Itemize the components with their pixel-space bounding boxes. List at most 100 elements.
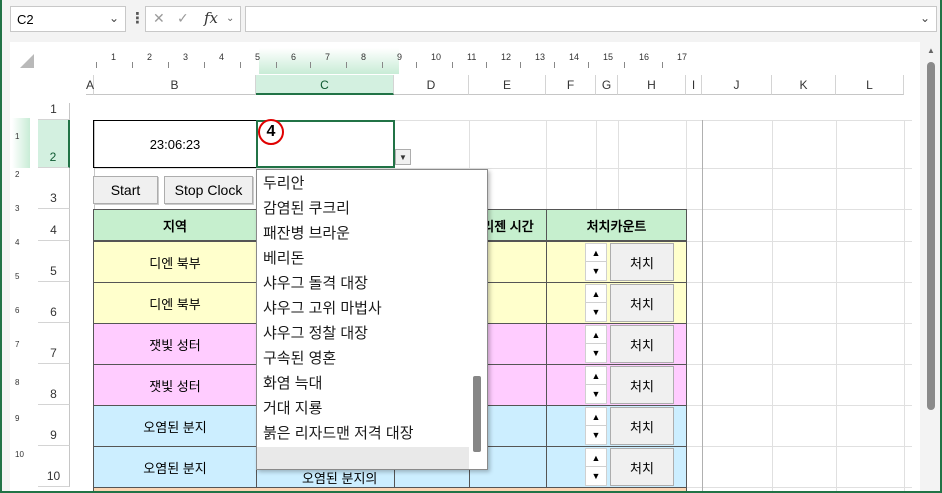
stop-clock-button[interactable]: Stop Clock	[164, 176, 253, 204]
formula-input[interactable]: ⌄	[245, 6, 937, 32]
header-region[interactable]: 지역	[93, 209, 257, 241]
clock-cell[interactable]: 23:06:23	[93, 120, 257, 168]
enter-icon[interactable]: ✓	[177, 10, 189, 27]
kill-count-spinner[interactable]: ▲ ▼	[585, 325, 607, 363]
kill-button[interactable]: 처치	[610, 284, 674, 322]
column-header-k[interactable]: K	[772, 75, 836, 95]
dropdown-option[interactable]: 베리돈	[263, 247, 304, 268]
header-kill-count[interactable]: 처치카운트	[546, 209, 687, 241]
ruler-tick	[624, 62, 625, 68]
column-header-f[interactable]: F	[546, 75, 596, 95]
column-header-b[interactable]: B	[94, 75, 256, 95]
spin-up-icon[interactable]: ▲	[586, 244, 606, 262]
spin-down-icon[interactable]: ▼	[586, 344, 606, 362]
column-header-d[interactable]: D	[394, 75, 469, 95]
row-header-7[interactable]: 7	[38, 323, 70, 364]
ruler-number: 15	[603, 52, 614, 62]
row-header-3[interactable]: 3	[38, 168, 70, 209]
spin-down-icon[interactable]: ▼	[586, 385, 606, 403]
dropdown-option[interactable]: 샤우그 돌격 대장	[263, 272, 368, 293]
kill-count-spinner[interactable]: ▲ ▼	[585, 366, 607, 404]
start-button-label: Start	[110, 182, 141, 198]
dropdown-scrollbar[interactable]	[473, 170, 481, 452]
ruler-tick	[96, 62, 97, 68]
column-header-a[interactable]: A	[86, 75, 94, 95]
row-header-10[interactable]: 10	[38, 446, 70, 487]
region-cell[interactable]: 디엔 북부	[93, 241, 257, 283]
spin-down-icon[interactable]: ▼	[586, 303, 606, 321]
chevron-down-icon[interactable]: ⌄	[109, 11, 119, 25]
kill-button[interactable]: 처치	[610, 407, 674, 445]
region-cell[interactable]: 잿빛 성터	[93, 364, 257, 406]
chevron-down-icon[interactable]: ⌄	[226, 13, 234, 24]
kill-count-spinner[interactable]: ▲ ▼	[585, 448, 607, 486]
spin-up-icon[interactable]: ▲	[586, 408, 606, 426]
ruler-number: 3	[183, 52, 189, 62]
insert-function-icon[interactable]: fx	[204, 9, 218, 27]
region-cell[interactable]: 오염된 분지	[93, 405, 257, 447]
dropdown-option[interactable]: 거대 지룡	[263, 397, 322, 418]
column-header-l[interactable]: L	[836, 75, 904, 95]
start-button[interactable]: Start	[93, 176, 158, 204]
scroll-up-icon[interactable]: ▲	[927, 46, 935, 55]
spin-up-icon[interactable]: ▲	[586, 326, 606, 344]
kill-count-spinner[interactable]: ▲ ▼	[585, 284, 607, 322]
kill-button[interactable]: 처치	[610, 366, 674, 404]
spin-down-icon[interactable]: ▼	[586, 262, 606, 280]
spin-down-icon[interactable]: ▼	[586, 426, 606, 444]
region-cell-next[interactable]	[93, 487, 687, 491]
dropdown-option[interactable]: 샤우그 고위 마법사	[263, 297, 382, 318]
dropdown-option[interactable]: 패잔병 브라운	[263, 222, 350, 243]
region-cell[interactable]: 오염된 분지	[93, 446, 257, 488]
column-header-i[interactable]: I	[686, 75, 702, 95]
data-validation-dropdown-button[interactable]: ▼	[395, 149, 411, 165]
kill-button[interactable]: 처치	[610, 325, 674, 363]
vruler-number: 4	[15, 238, 20, 247]
spin-down-icon[interactable]: ▼	[586, 467, 606, 485]
select-all-corner[interactable]	[20, 54, 34, 68]
validation-dropdown-list[interactable]: 두리안감염된 쿠크리패잔병 브라운베리돈샤우그 돌격 대장샤우그 고위 마법사샤…	[256, 169, 488, 470]
name-box[interactable]: C2 ⌄	[10, 6, 126, 32]
region-cell[interactable]: 잿빛 성터	[93, 323, 257, 365]
dropdown-option[interactable]: 두리안	[263, 172, 304, 193]
dropdown-horizontal-scrollbar[interactable]	[257, 447, 469, 469]
dropdown-option[interactable]: 감염된 쿠크리	[263, 197, 350, 218]
ruler-tick	[276, 62, 277, 68]
column-header-e[interactable]: E	[469, 75, 546, 95]
formula-buttons: ✕ ✓ fx ⌄	[145, 6, 241, 32]
cancel-icon[interactable]: ✕	[153, 10, 165, 27]
vruler-highlight	[12, 118, 30, 168]
row-header-9[interactable]: 9	[38, 405, 70, 446]
dropdown-option[interactable]: 샤우그 정찰 대장	[263, 322, 368, 343]
dropdown-option[interactable]: 구속된 영혼	[263, 347, 336, 368]
more-options-icon[interactable]: ⋮	[130, 9, 145, 27]
region-cell[interactable]: 디엔 북부	[93, 282, 257, 324]
kill-button[interactable]: 처치	[610, 243, 674, 281]
dropdown-scroll-thumb[interactable]	[473, 376, 481, 452]
column-header-h[interactable]: H	[618, 75, 686, 95]
kill-count-spinner[interactable]: ▲ ▼	[585, 407, 607, 445]
spin-up-icon[interactable]: ▲	[586, 367, 606, 385]
row-header-2[interactable]: 2	[38, 120, 70, 168]
expand-formula-icon[interactable]: ⌄	[920, 11, 930, 25]
vruler-number: 5	[15, 272, 20, 281]
row-header-4[interactable]: 4	[38, 209, 70, 241]
column-header-c[interactable]: C	[256, 75, 394, 95]
kill-count-spinner[interactable]: ▲ ▼	[585, 243, 607, 281]
row-header-8[interactable]: 8	[38, 364, 70, 405]
row-header-5[interactable]: 5	[38, 241, 70, 282]
sheet-scroll-thumb[interactable]	[927, 62, 935, 410]
sheet-vertical-scrollbar[interactable]: ▲	[924, 42, 938, 491]
kill-button[interactable]: 처치	[610, 448, 674, 486]
ruler-number: 13	[535, 52, 546, 62]
row-number: 3	[50, 191, 57, 205]
spin-up-icon[interactable]: ▲	[586, 285, 606, 303]
column-header-j[interactable]: J	[702, 75, 772, 95]
row-header-1[interactable]: 1	[38, 102, 70, 120]
row-header-6[interactable]: 6	[38, 282, 70, 323]
ruler-number: 12	[501, 52, 512, 62]
column-header-g[interactable]: G	[596, 75, 618, 95]
spin-up-icon[interactable]: ▲	[586, 449, 606, 467]
dropdown-option[interactable]: 붉은 리자드맨 저격 대장	[263, 422, 414, 443]
dropdown-option[interactable]: 화염 늑대	[263, 372, 322, 393]
